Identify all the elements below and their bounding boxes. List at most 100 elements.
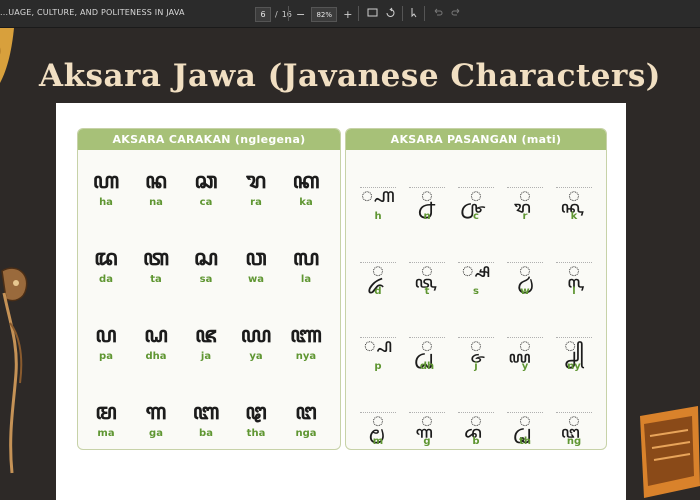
pasangan-latin-label: y — [521, 361, 529, 372]
carakan-cell: ꦕ ca — [184, 169, 228, 208]
carakan-glyph: ꦕ — [194, 168, 218, 194]
page-number-input[interactable]: 6 — [255, 7, 271, 22]
guide-line — [458, 262, 494, 263]
pasangan-cell: ꧀ꦭ l — [552, 259, 596, 297]
pasangan-latin-label: ng — [566, 436, 582, 447]
zoom-level-input[interactable]: 82% — [311, 7, 338, 22]
document-title: ...UAGE, CULTURE, AND POLITENESS IN JAVA — [0, 8, 185, 17]
carakan-glyph: ꦲ — [92, 168, 120, 194]
carakan-latin-label: nga — [295, 428, 317, 439]
pasangan-latin-label: h — [374, 211, 382, 222]
slide: Aksara Jawa (Javanese Characters) AKSARA… — [0, 28, 700, 500]
zoom-in-button[interactable]: + — [343, 8, 352, 21]
carakan-cell: ꦭ la — [284, 246, 328, 285]
pasangan-latin-label: r — [522, 211, 528, 222]
carakan-latin-label: ha — [99, 197, 113, 208]
pasangan-latin-label: p — [374, 361, 382, 372]
carakan-latin-label: ba — [199, 428, 213, 439]
guide-line — [360, 412, 396, 413]
undo-icon[interactable] — [432, 7, 444, 19]
guide-line — [458, 337, 494, 338]
page-separator: / — [275, 10, 278, 19]
guide-line — [409, 187, 445, 188]
carakan-latin-label: ka — [299, 197, 313, 208]
carakan-cell: ꦠ ta — [134, 246, 178, 285]
carakan-cell: ꦏ ka — [284, 169, 328, 208]
guide-line — [507, 187, 543, 188]
pdf-toolbar: ...UAGE, CULTURE, AND POLITENESS IN JAVA… — [0, 0, 700, 28]
toolbar-divider — [358, 6, 359, 21]
pasangan-cell: ꧀ꦲ h — [356, 184, 400, 222]
pasangan-latin-label: ny — [567, 361, 581, 372]
decorative-book-icon — [640, 406, 700, 498]
redo-icon[interactable] — [450, 7, 462, 19]
carakan-glyph: ꦤ — [145, 168, 167, 194]
pasangan-latin-label: w — [520, 286, 530, 297]
pasangan-cell: ꧀ꦮ w — [503, 259, 547, 297]
carakan-cell: ꦒ ga — [134, 400, 178, 439]
carakan-latin-label: ga — [149, 428, 163, 439]
page-navigator: 6 / 16 — [255, 7, 292, 22]
guide-line — [556, 262, 592, 263]
pasangan-panel: AKSARA PASANGAN (mati) ꧀ꦲ h꧀ꦤ n꧀ꦕ c꧀ꦫ r꧀ꦏ k꧀ꦢ… — [345, 128, 607, 450]
guide-line — [507, 412, 543, 413]
carakan-latin-label: da — [99, 274, 113, 285]
guide-line — [360, 337, 396, 338]
carakan-cell: ꦱ sa — [184, 246, 228, 285]
pasangan-cell: ꧀ꦱ s — [454, 259, 498, 297]
guide-line — [409, 412, 445, 413]
text-select-icon[interactable] — [408, 7, 420, 19]
rotate-icon[interactable] — [384, 7, 396, 19]
carakan-cell: ꦩ ma — [84, 400, 128, 439]
pasangan-latin-label: dh — [419, 361, 435, 372]
carakan-glyph: ꦔ — [295, 399, 317, 425]
carakan-latin-label: ta — [150, 274, 162, 285]
pasangan-latin-label: m — [372, 436, 384, 447]
carakan-glyph: ꦮ — [245, 245, 267, 271]
pasangan-cell: ꧀ꦥ p — [356, 334, 400, 372]
pasangan-latin-label: n — [423, 211, 431, 222]
guide-line — [556, 337, 592, 338]
pasangan-cell: ꧀ꦛ th — [503, 409, 547, 447]
carakan-glyph: ꦢ — [94, 245, 118, 271]
toolbar-divider — [402, 6, 403, 21]
pasangan-panel-header: AKSARA PASANGAN (mati) — [346, 129, 606, 150]
carakan-glyph: ꦱ — [194, 245, 218, 271]
pasangan-cell: ꧀ꦩ m — [356, 409, 400, 447]
carakan-latin-label: ra — [250, 197, 262, 208]
pasangan-latin-label: b — [472, 436, 480, 447]
alphabet-card: AKSARA CARAKAN (nglegena) ꦲ ha ꦤ na ꦕ ca ꦫ ra ꦏ k… — [56, 103, 626, 500]
pasangan-latin-label: j — [474, 361, 478, 372]
carakan-latin-label: wa — [248, 274, 264, 285]
carakan-glyph: ꦭ — [292, 245, 320, 271]
carakan-latin-label: tha — [246, 428, 266, 439]
carakan-cell: ꦲ ha — [84, 169, 128, 208]
carakan-cell: ꦛ tha — [234, 400, 278, 439]
carakan-glyph: ꦠ — [142, 245, 170, 271]
pasangan-cell: ꧀ꦏ k — [552, 184, 596, 222]
zoom-out-button[interactable]: − — [296, 8, 305, 21]
wayang-puppet-icon — [1, 267, 28, 474]
pasangan-cell: ꧀ꦔ ng — [552, 409, 596, 447]
pasangan-cell: ꧀ꦧ b — [454, 409, 498, 447]
carakan-glyph: ꦥ — [95, 322, 117, 348]
carakan-panel: AKSARA CARAKAN (nglegena) ꦲ ha ꦤ na ꦕ ca ꦫ ra ꦏ k… — [77, 128, 341, 450]
carakan-cell: ꦧ ba — [184, 400, 228, 439]
carakan-cell: ꦮ wa — [234, 246, 278, 285]
carakan-cell: ꦚ nya — [284, 323, 328, 362]
guide-line — [360, 187, 396, 188]
pasangan-cell: ꧀ꦫ r — [503, 184, 547, 222]
pasangan-cell: ꧀ꦒ g — [405, 409, 449, 447]
carakan-cell: ꦤ na — [134, 169, 178, 208]
pasangan-cell: ꧀ꦪ y — [503, 334, 547, 372]
carakan-panel-header: AKSARA CARAKAN (nglegena) — [78, 129, 340, 150]
guide-line — [409, 337, 445, 338]
pasangan-latin-label: l — [572, 286, 576, 297]
fit-page-icon[interactable] — [366, 7, 378, 19]
pasangan-latin-label: g — [423, 436, 431, 447]
toolbar-divider — [288, 6, 289, 21]
pasangan-latin-label: c — [473, 211, 479, 222]
carakan-glyph: ꦝ — [144, 322, 168, 348]
carakan-latin-label: ja — [200, 351, 212, 362]
carakan-latin-label: la — [300, 274, 312, 285]
